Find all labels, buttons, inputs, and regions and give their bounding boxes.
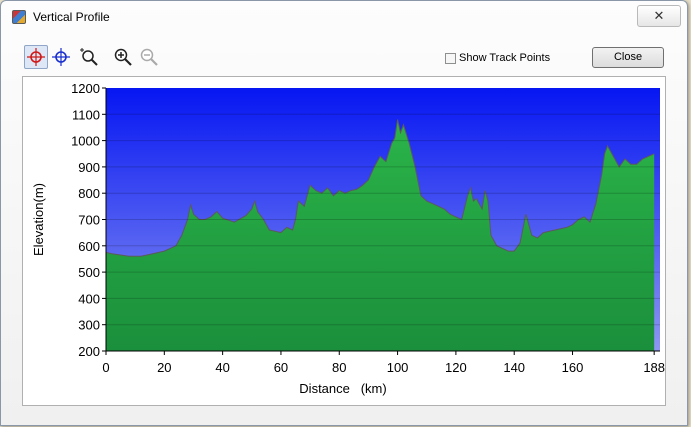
zoom-region-icon bbox=[80, 48, 98, 66]
x-tick-label: 40 bbox=[215, 360, 229, 375]
crosshair-blue-icon bbox=[52, 48, 70, 66]
elevation-profile-panel: 200 300 400 500 600 700 800 900 1000 1100 1200 0 20… bbox=[22, 76, 666, 406]
title-bar[interactable]: Vertical Profile ✕ bbox=[1, 1, 687, 31]
window-close-button[interactable]: ✕ bbox=[637, 5, 681, 27]
y-tick-label: 900 bbox=[78, 160, 100, 175]
y-tick-label: 700 bbox=[78, 213, 100, 228]
x-tick-label: 60 bbox=[274, 360, 288, 375]
y-tick-label: 200 bbox=[78, 344, 100, 359]
y-tick-label: 1200 bbox=[71, 81, 100, 96]
x-tick-label: 100 bbox=[387, 360, 409, 375]
close-button[interactable]: Close bbox=[592, 47, 664, 68]
crosshair-red-icon bbox=[27, 48, 45, 66]
x-tick-label: 160 bbox=[562, 360, 584, 375]
x-tick-label: 0 bbox=[102, 360, 109, 375]
zoom-in-button[interactable] bbox=[111, 45, 135, 69]
x-tick-label: 20 bbox=[157, 360, 171, 375]
x-axis-title: Distance (km) bbox=[299, 381, 386, 396]
zoom-out-button[interactable] bbox=[137, 45, 161, 69]
window-title: Vertical Profile bbox=[33, 10, 110, 24]
select-point-tool-button[interactable] bbox=[24, 45, 48, 69]
y-tick-label: 1000 bbox=[71, 134, 100, 149]
y-tick-label: 600 bbox=[78, 239, 100, 254]
show-track-points-toggle[interactable]: Show Track Points bbox=[445, 52, 550, 64]
y-tick-label: 400 bbox=[78, 291, 100, 306]
y-tick-label: 300 bbox=[78, 318, 100, 333]
x-tick-label: 188 bbox=[643, 360, 665, 375]
zoom-out-icon bbox=[140, 48, 158, 66]
x-tick-label: 140 bbox=[503, 360, 525, 375]
x-tick-label: 120 bbox=[445, 360, 467, 375]
y-tick-label: 800 bbox=[78, 186, 100, 201]
zoom-in-icon bbox=[114, 48, 132, 66]
crosshair-tool-button[interactable] bbox=[49, 45, 73, 69]
zoom-region-tool-button[interactable] bbox=[77, 45, 101, 69]
vertical-profile-window: Vertical Profile ✕ Show Track Points Clo… bbox=[0, 0, 688, 426]
y-axis-title: Elevation(m) bbox=[31, 183, 46, 256]
close-icon: ✕ bbox=[653, 8, 665, 23]
y-tick-label: 500 bbox=[78, 265, 100, 280]
app-icon bbox=[12, 10, 26, 24]
elevation-profile-chart[interactable]: 200 300 400 500 600 700 800 900 1000 1100 1200 0 20… bbox=[23, 77, 665, 405]
show-track-points-checkbox[interactable] bbox=[445, 52, 456, 64]
y-tick-label: 1100 bbox=[72, 107, 100, 122]
x-tick-label: 80 bbox=[332, 360, 346, 375]
show-track-points-label: Show Track Points bbox=[459, 52, 551, 64]
